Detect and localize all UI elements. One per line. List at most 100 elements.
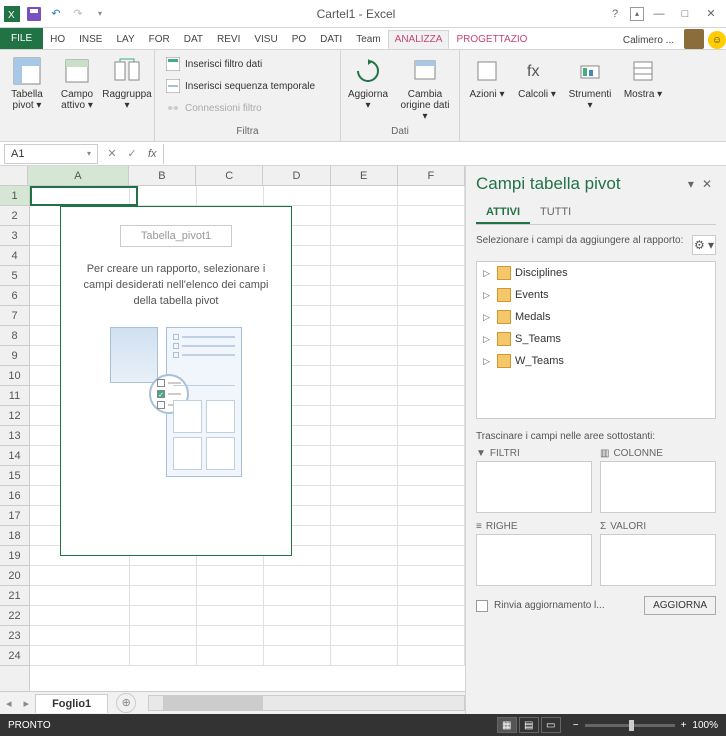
active-field-button[interactable]: Campo attivo ▾ — [54, 52, 100, 114]
feedback-icon[interactable]: ☺ — [708, 31, 726, 49]
actions-button[interactable]: Azioni ▾ — [464, 52, 510, 103]
field-item[interactable]: ▷W_Teams — [477, 350, 715, 372]
cell[interactable] — [331, 566, 398, 586]
cell[interactable] — [398, 226, 465, 246]
cell[interactable] — [398, 366, 465, 386]
avatar[interactable] — [684, 29, 704, 49]
cell[interactable] — [331, 506, 398, 526]
cell[interactable] — [331, 286, 398, 306]
cell[interactable] — [331, 546, 398, 566]
fieldpane-field-list[interactable]: ▷Disciplines▷Events▷Medals▷S_Teams▷W_Tea… — [476, 261, 716, 419]
col-header[interactable]: F — [398, 166, 465, 185]
cell[interactable] — [30, 646, 130, 666]
minimize-button[interactable]: — — [648, 5, 670, 23]
cell[interactable] — [398, 526, 465, 546]
cell[interactable] — [331, 366, 398, 386]
tab-file[interactable]: FILE — [0, 28, 43, 49]
expand-icon[interactable]: ▷ — [483, 312, 493, 323]
fieldpane-gear-icon[interactable]: ⚙ ▾ — [692, 235, 716, 255]
qat-dropdown-icon[interactable]: ▾ — [92, 6, 108, 22]
select-all-corner[interactable] — [0, 166, 28, 185]
field-item[interactable]: ▷S_Teams — [477, 328, 715, 350]
row-header[interactable]: 14 — [0, 446, 29, 466]
cell[interactable] — [130, 626, 197, 646]
tab-po[interactable]: PO — [285, 30, 313, 49]
expand-icon[interactable]: ▷ — [483, 290, 493, 301]
field-item[interactable]: ▷Disciplines — [477, 262, 715, 284]
tab-home[interactable]: HO — [43, 30, 72, 49]
cell[interactable] — [331, 246, 398, 266]
zoom-out-button[interactable]: − — [573, 720, 579, 731]
horizontal-scrollbar[interactable] — [148, 695, 465, 711]
cell[interactable] — [398, 406, 465, 426]
name-box[interactable]: A1▾ — [4, 144, 98, 164]
cell[interactable] — [398, 466, 465, 486]
row-header[interactable]: 13 — [0, 426, 29, 446]
cancel-formula-icon[interactable]: ✕ — [102, 147, 122, 160]
area-values[interactable] — [600, 534, 716, 586]
cell[interactable] — [398, 446, 465, 466]
cell[interactable] — [331, 526, 398, 546]
zoom-in-button[interactable]: + — [681, 720, 687, 731]
cell[interactable] — [331, 606, 398, 626]
view-pagelayout-icon[interactable]: ▤ — [519, 717, 539, 733]
row-header[interactable]: 18 — [0, 526, 29, 546]
row-header[interactable]: 3 — [0, 226, 29, 246]
cell[interactable] — [331, 646, 398, 666]
cell[interactable] — [264, 626, 331, 646]
calculations-button[interactable]: fxCalcoli ▾ — [514, 52, 560, 103]
area-columns[interactable] — [600, 461, 716, 513]
cell[interactable] — [264, 586, 331, 606]
cell[interactable] — [398, 586, 465, 606]
tab-data[interactable]: DAT — [177, 30, 210, 49]
tools-button[interactable]: Strumenti ▾ — [564, 52, 616, 114]
formula-input[interactable] — [163, 144, 726, 164]
cell[interactable] — [331, 346, 398, 366]
cell[interactable] — [130, 566, 197, 586]
tab-insert[interactable]: INSE — [72, 30, 109, 49]
sheet-nav-next[interactable]: ▸ — [18, 697, 36, 710]
cell[interactable] — [331, 466, 398, 486]
update-button[interactable]: AGGIORNA — [644, 596, 716, 615]
row-header[interactable]: 12 — [0, 406, 29, 426]
cell[interactable] — [331, 306, 398, 326]
fx-icon[interactable]: fx — [142, 148, 163, 160]
tab-dati[interactable]: DATI — [313, 30, 349, 49]
sheet-nav-prev[interactable]: ◂ — [0, 697, 18, 710]
sheet-tab[interactable]: Foglio1 — [35, 694, 108, 713]
cell[interactable] — [331, 446, 398, 466]
fieldpane-dropdown-icon[interactable]: ▾ — [684, 177, 698, 191]
expand-icon[interactable]: ▷ — [483, 334, 493, 345]
show-button[interactable]: Mostra ▾ — [620, 52, 666, 103]
cell[interactable] — [398, 206, 465, 226]
tab-view[interactable]: VISU — [247, 30, 284, 49]
defer-checkbox[interactable] — [476, 600, 488, 612]
tab-analyze[interactable]: ANALIZZA — [388, 30, 450, 49]
insert-slicer-button[interactable]: Inserisci filtro dati — [161, 54, 319, 74]
cell[interactable] — [398, 546, 465, 566]
cell[interactable] — [331, 386, 398, 406]
maximize-button[interactable]: □ — [674, 5, 696, 23]
cell[interactable] — [331, 186, 398, 206]
cell[interactable] — [398, 326, 465, 346]
cell[interactable] — [398, 246, 465, 266]
help-icon[interactable]: ? — [604, 5, 626, 23]
view-pagebreak-icon[interactable]: ▭ — [541, 717, 561, 733]
cell[interactable] — [331, 426, 398, 446]
cell[interactable] — [197, 186, 264, 206]
cell[interactable] — [30, 586, 130, 606]
close-button[interactable]: ✕ — [700, 5, 722, 23]
cell[interactable] — [130, 646, 197, 666]
row-header[interactable]: 1 — [0, 186, 29, 206]
cell[interactable] — [398, 386, 465, 406]
cell[interactable] — [130, 586, 197, 606]
undo-icon[interactable]: ↶ — [48, 6, 64, 22]
cell[interactable] — [331, 326, 398, 346]
col-header[interactable]: C — [196, 166, 263, 185]
zoom-slider[interactable] — [585, 724, 675, 727]
cell[interactable] — [197, 646, 264, 666]
cell[interactable] — [30, 566, 130, 586]
col-header[interactable]: D — [263, 166, 330, 185]
col-header[interactable]: B — [129, 166, 196, 185]
row-header[interactable]: 22 — [0, 606, 29, 626]
